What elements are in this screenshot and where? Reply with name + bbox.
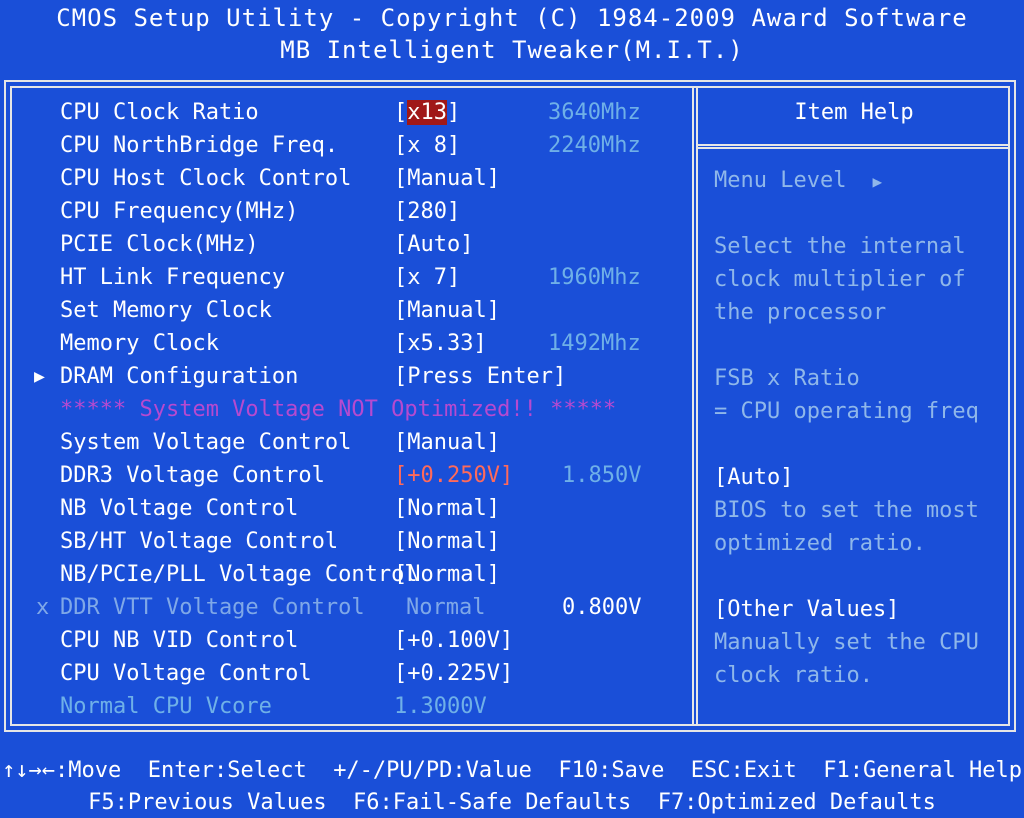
setting-label: Set Memory Clock <box>60 298 272 323</box>
panel-divider <box>692 86 698 726</box>
help-text-line: optimized ratio. <box>714 531 926 556</box>
setting-label: Memory Clock <box>60 331 219 356</box>
submenu-arrow-icon: ▶ <box>34 366 45 387</box>
help-text-line: Manually set the CPU <box>714 630 979 655</box>
setting-value[interactable]: [x 7] <box>394 265 460 290</box>
help-text-line: Select the internal <box>714 234 966 259</box>
help-text-line: = CPU operating freq <box>714 399 979 424</box>
setting-label: PCIE Clock(MHz) <box>60 232 259 257</box>
setting-value: 1.3000V <box>394 694 487 719</box>
footer-keys-line-2: F5:Previous Values F6:Fail-Safe Defaults… <box>88 790 936 815</box>
setting-label: CPU Host Clock Control <box>60 166 352 191</box>
page-title: MB Intelligent Tweaker(M.I.T.) <box>280 36 744 64</box>
setting-value[interactable]: [x5.33] <box>394 331 487 356</box>
setting-info: 1.850V <box>562 463 642 488</box>
setting-value[interactable]: [Normal] <box>394 496 500 521</box>
setting-info: 1492Mhz <box>548 331 641 356</box>
help-text-line: the processor <box>714 300 887 325</box>
setting-label: HT Link Frequency <box>60 265 286 290</box>
setting-info: 3640Mhz <box>548 100 641 125</box>
help-text-line: BIOS to set the most <box>714 498 979 523</box>
setting-label: System Voltage Control <box>60 430 352 455</box>
setting-value[interactable]: [x 8] <box>394 133 460 158</box>
setting-value[interactable]: [Manual] <box>394 430 500 455</box>
setting-label: CPU Clock Ratio <box>60 100 259 125</box>
setting-value[interactable]: [280] <box>394 199 460 224</box>
setting-value[interactable]: [x13] <box>394 100 460 125</box>
setting-label: Normal CPU Vcore <box>60 694 272 719</box>
help-separator <box>698 144 1010 149</box>
setting-info: 1960Mhz <box>548 265 641 290</box>
setting-value[interactable]: [+0.250V] <box>394 463 513 488</box>
menu-level-label: Menu Level <box>714 168 847 193</box>
setting-label: NB Voltage Control <box>60 496 299 521</box>
setting-label: CPU Frequency(MHz) <box>60 199 299 224</box>
setting-label: CPU NB VID Control <box>60 628 299 653</box>
setting-info: 2240Mhz <box>548 133 641 158</box>
menu-level-arrow-icon: ▶ <box>872 172 883 191</box>
setting-label: CPU NorthBridge Freq. <box>60 133 339 158</box>
setting-label: NB/PCIe/PLL Voltage Control <box>60 562 418 587</box>
menu-level: Menu Level ▶ <box>714 168 882 193</box>
selected-value-highlight[interactable]: x13 <box>407 100 447 125</box>
setting-label: CPU Voltage Control <box>60 661 312 686</box>
setting-value[interactable]: [Press Enter] <box>394 364 566 389</box>
setting-value[interactable]: [+0.225V] <box>394 661 513 686</box>
header: CMOS Setup Utility - Copyright (C) 1984-… <box>0 0 1024 78</box>
setting-info: 0.800V <box>562 595 642 620</box>
setting-value[interactable]: [Normal] <box>394 562 500 587</box>
help-text-line: FSB x Ratio <box>714 366 860 391</box>
setting-label: DDR VTT Voltage Control <box>60 595 365 620</box>
disabled-x-icon: x <box>36 595 50 620</box>
setting-value[interactable]: [Normal] <box>394 529 500 554</box>
setting-value: Normal <box>406 595 486 620</box>
setting-value[interactable]: [Manual] <box>394 298 500 323</box>
help-title: Item Help <box>794 100 914 125</box>
setting-value[interactable]: [Auto] <box>394 232 473 257</box>
warning-text: ***** System Voltage NOT Optimized!! ***… <box>60 397 617 422</box>
help-text-line: clock multiplier of <box>714 267 966 292</box>
help-text-line: [Other Values] <box>714 597 900 622</box>
help-text-line: [Auto] <box>714 465 794 490</box>
setting-value[interactable]: [+0.100V] <box>394 628 513 653</box>
setting-label: DDR3 Voltage Control <box>60 463 325 488</box>
setting-label: DRAM Configuration <box>60 364 299 389</box>
help-text-line: clock ratio. <box>714 663 873 688</box>
setting-value[interactable]: [Manual] <box>394 166 500 191</box>
setting-label: SB/HT Voltage Control <box>60 529 339 554</box>
app-title: CMOS Setup Utility - Copyright (C) 1984-… <box>56 4 968 32</box>
footer-keys-line-1: ↑↓→←:Move Enter:Select +/-/PU/PD:Value F… <box>2 758 1022 783</box>
